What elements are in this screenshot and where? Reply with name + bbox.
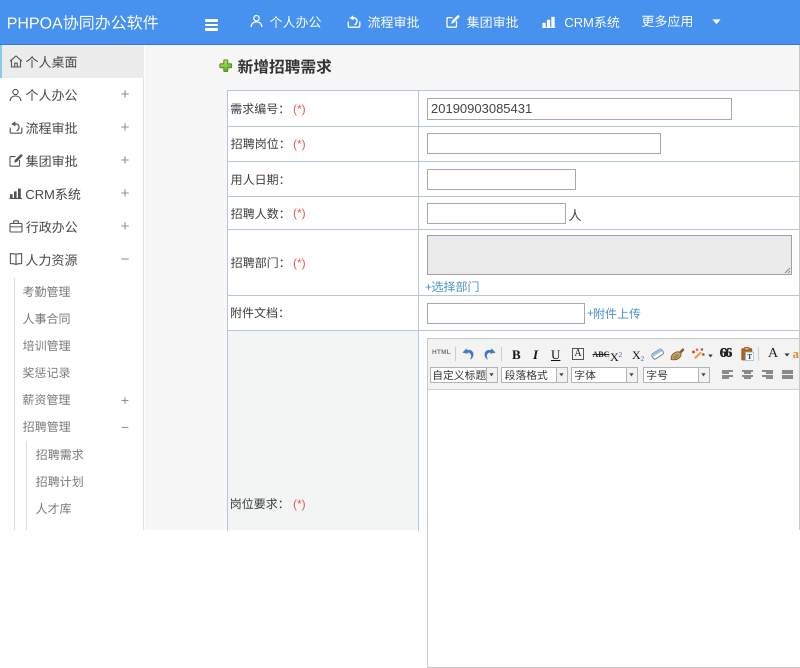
svg-text:T: T bbox=[747, 352, 752, 361]
